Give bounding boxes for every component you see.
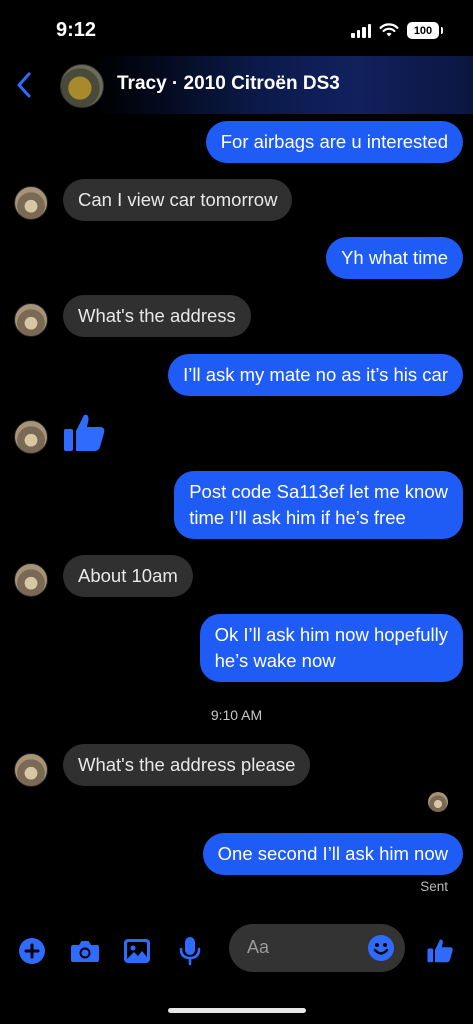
message-line: Post code Sa113ef let me know: [189, 481, 448, 502]
plus-circle-icon: [19, 938, 45, 964]
message-incoming[interactable]: About 10am: [63, 555, 193, 597]
message-timestamp: 9:10 AM: [210, 707, 263, 723]
message-line: Ok I’ll ask him now hopefully: [214, 624, 448, 645]
message-outgoing[interactable]: Yh what time: [326, 237, 463, 279]
voice-button[interactable]: [175, 936, 205, 966]
status-time: 9:12: [56, 19, 97, 41]
like-button[interactable]: [425, 936, 455, 966]
message-incoming[interactable]: Can I view car tomorrow: [63, 179, 293, 221]
message-outgoing[interactable]: Ok I’ll ask him now hopefully he’s wake …: [199, 614, 463, 682]
status-bar: 9:12 100: [0, 0, 473, 60]
message-incoming[interactable]: What's the address: [63, 295, 251, 337]
chevron-left-icon: [17, 72, 31, 98]
back-button[interactable]: [16, 70, 40, 100]
message-input-placeholder: Aa: [247, 937, 270, 957]
message-outgoing[interactable]: For airbags are u interested: [205, 121, 463, 163]
seen-receipt-avatar: [428, 792, 448, 812]
chat-header: Tracy · 2010 Citroën DS3: [0, 56, 473, 114]
add-button[interactable]: [17, 936, 47, 966]
sender-avatar[interactable]: [14, 420, 48, 454]
status-icons: 100: [351, 22, 443, 39]
sender-avatar[interactable]: [14, 753, 48, 787]
message-outgoing[interactable]: I’ll ask my mate no as it’s his car: [168, 354, 463, 396]
battery-icon: 100: [407, 22, 443, 39]
message-line: time I’ll ask him if he’s free: [189, 507, 406, 528]
image-icon: [124, 939, 150, 963]
message-input[interactable]: Aa: [229, 924, 405, 972]
signal-icon: [351, 23, 371, 38]
sender-avatar[interactable]: [14, 563, 48, 597]
gallery-button[interactable]: [122, 936, 152, 966]
home-indicator: [168, 1008, 306, 1013]
microphone-icon: [179, 937, 201, 966]
thumbs-up-icon: [427, 939, 453, 963]
message-outgoing[interactable]: One second I’ll ask him now: [202, 833, 463, 875]
composer-bar: Aa: [0, 920, 473, 980]
wifi-icon: [379, 23, 399, 37]
emoji-icon[interactable]: [367, 934, 395, 962]
message-incoming[interactable]: What's the address please: [63, 744, 311, 786]
sender-avatar[interactable]: [14, 303, 48, 337]
sent-status: Sent: [420, 879, 448, 894]
thumbs-up-icon[interactable]: [60, 409, 108, 457]
camera-button[interactable]: [70, 936, 100, 966]
camera-icon: [71, 941, 99, 962]
message-line: he’s wake now: [214, 650, 336, 671]
chat-title[interactable]: Tracy · 2010 Citroën DS3: [117, 73, 340, 95]
sender-avatar[interactable]: [14, 186, 48, 220]
message-outgoing[interactable]: Post code Sa113ef let me know time I’ll …: [174, 471, 463, 539]
contact-avatar[interactable]: [60, 64, 104, 108]
